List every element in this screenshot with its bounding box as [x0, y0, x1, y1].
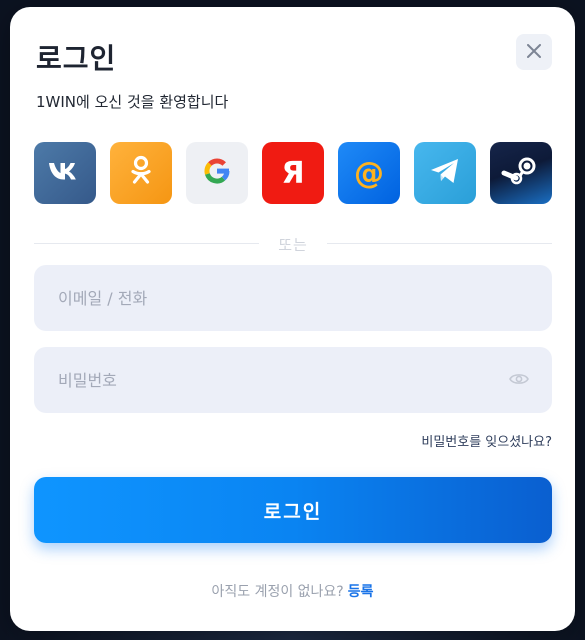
steam-login-button[interactable]	[490, 142, 552, 204]
or-divider: 또는	[34, 234, 552, 254]
register-link[interactable]: 등록	[348, 584, 374, 600]
google-icon	[201, 155, 233, 191]
divider-text: 또는	[278, 236, 308, 254]
password-input[interactable]	[34, 347, 552, 413]
modal-title: 로그인	[36, 42, 117, 75]
vk-icon	[47, 160, 83, 186]
odnoklassniki-icon	[129, 155, 153, 191]
ok-login-button[interactable]	[110, 142, 172, 204]
yandex-login-button[interactable]: Я	[262, 142, 324, 204]
telegram-icon	[429, 157, 461, 189]
password-field-wrapper	[34, 347, 552, 413]
steam-icon	[501, 151, 541, 195]
login-submit-button[interactable]: 로그인	[34, 477, 552, 543]
login-modal: 로그인 1WIN에 오신 것을 환영합니다 Я @ 또는 이메일 / 전화 비밀…	[10, 7, 575, 631]
register-prompt-text: 아직도 계정이 없나요?	[211, 584, 344, 600]
divider-line-right	[327, 243, 552, 244]
yandex-icon: Я	[281, 155, 305, 191]
eye-icon	[509, 371, 529, 390]
mail-at-icon: @	[354, 155, 384, 191]
social-login-row: Я @	[34, 142, 552, 204]
close-button[interactable]	[516, 34, 552, 70]
email-field-wrapper	[34, 265, 552, 331]
forgot-password-link[interactable]: 비밀번호를 잊으셨나요?	[421, 431, 552, 450]
email-phone-input[interactable]	[34, 265, 552, 331]
vk-login-button[interactable]	[34, 142, 96, 204]
welcome-subtitle: 1WIN에 오신 것을 환영합니다	[36, 93, 229, 111]
close-icon	[527, 43, 541, 62]
register-prompt: 아직도 계정이 없나요? 등록	[10, 581, 575, 601]
google-login-button[interactable]	[186, 142, 248, 204]
show-password-toggle[interactable]	[508, 371, 530, 389]
mail-login-button[interactable]: @	[338, 142, 400, 204]
telegram-login-button[interactable]	[414, 142, 476, 204]
